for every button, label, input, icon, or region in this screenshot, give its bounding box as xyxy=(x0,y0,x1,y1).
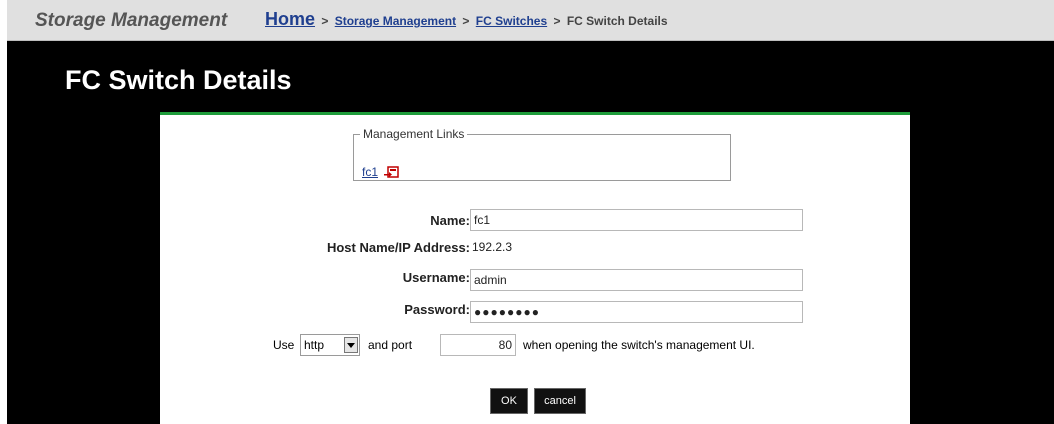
breadcrumb-separator: > xyxy=(462,14,470,28)
username-row: Username: xyxy=(160,266,470,288)
external-launch-icon[interactable] xyxy=(383,166,400,179)
section-title: Storage Management xyxy=(35,10,228,31)
cancel-button[interactable]: cancel xyxy=(534,388,586,414)
and-port-text: and port xyxy=(368,338,413,352)
details-panel: Management Links fc1 Name: Host Name/IP … xyxy=(160,112,910,424)
port-suffix-text: when opening the switch's management UI. xyxy=(523,338,755,352)
protocol-select[interactable]: http xyxy=(300,334,360,356)
page-title: FC Switch Details xyxy=(65,65,292,95)
username-label: Username: xyxy=(402,270,470,285)
host-row: Host Name/IP Address: xyxy=(160,236,470,258)
breadcrumb-separator: > xyxy=(321,14,329,28)
name-input[interactable] xyxy=(470,209,803,231)
management-links-legend: Management Links xyxy=(363,127,465,141)
protocol-port-row: Use http and port when opening the switc… xyxy=(273,334,833,356)
name-label: Name: xyxy=(430,213,470,228)
host-value: 192.2.3 xyxy=(472,240,513,254)
management-link-row: fc1 xyxy=(362,165,400,179)
password-label: Password: xyxy=(404,302,470,317)
use-text: Use xyxy=(273,338,295,352)
password-input[interactable] xyxy=(470,301,803,323)
host-label: Host Name/IP Address: xyxy=(326,240,470,255)
name-row: Name: xyxy=(160,209,470,231)
protocol-select-value: http xyxy=(304,338,325,352)
management-links-group: Management Links fc1 xyxy=(353,127,731,181)
port-input[interactable] xyxy=(440,334,516,356)
chevron-down-icon[interactable] xyxy=(344,337,358,353)
breadcrumb-home-link[interactable]: Home xyxy=(265,9,315,29)
breadcrumb-current: FC Switch Details xyxy=(566,14,668,28)
ok-button[interactable]: OK xyxy=(490,388,528,414)
management-link-fc1[interactable]: fc1 xyxy=(362,165,378,179)
breadcrumb-separator: > xyxy=(553,14,561,28)
breadcrumb-bar: Storage Management Home > Storage Manage… xyxy=(7,0,1054,41)
breadcrumb-fc-switches-link[interactable]: FC Switches xyxy=(476,14,547,28)
breadcrumb: Home > Storage Management > FC Switches … xyxy=(265,9,668,30)
password-row: Password: xyxy=(160,298,470,320)
username-input[interactable] xyxy=(470,269,803,291)
breadcrumb-storage-management-link[interactable]: Storage Management xyxy=(335,14,456,28)
